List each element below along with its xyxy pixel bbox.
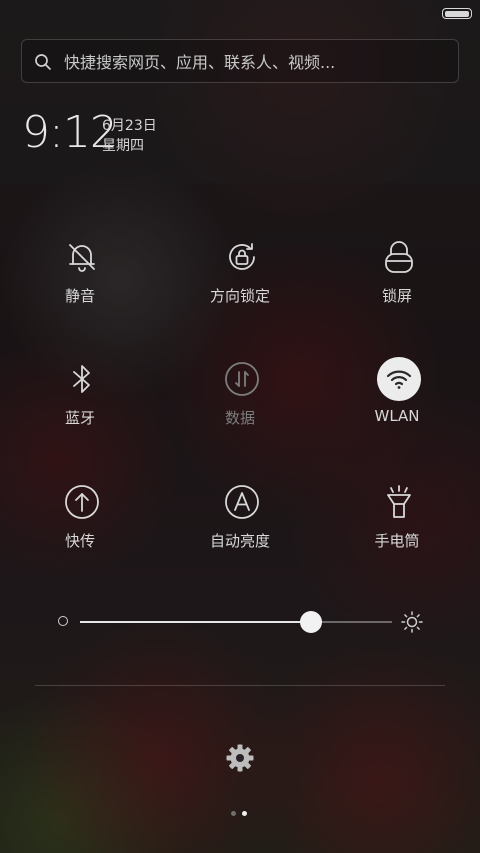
auto-brightness-icon	[220, 480, 264, 524]
toggle-mute-label: 静音	[64, 287, 95, 305]
toggle-wlan-label: WLAN	[374, 407, 420, 425]
toggle-lock-screen[interactable]: 锁屏	[322, 235, 472, 335]
search-icon	[35, 54, 51, 70]
divider	[35, 685, 445, 686]
toggle-wlan[interactable]: WLAN	[322, 357, 472, 457]
brightness-slider-thumb[interactable]	[300, 611, 322, 633]
toggle-auto-brightness[interactable]: 自动亮度	[165, 480, 315, 580]
toggle-mute[interactable]: 静音	[5, 235, 155, 335]
page-dot	[242, 811, 247, 816]
brightness-low-icon	[58, 616, 68, 626]
brightness-slider-fill	[80, 621, 311, 623]
brightness-high-icon	[401, 611, 423, 633]
brightness-slider[interactable]	[80, 611, 392, 633]
wifi-icon	[377, 357, 421, 401]
toggle-lock-screen-label: 锁屏	[381, 287, 412, 305]
bell-off-icon	[60, 235, 104, 279]
toggle-bluetooth-label: 蓝牙	[64, 409, 95, 427]
weekday-text: 星期四	[102, 138, 144, 154]
toggle-quick-transfer[interactable]: 快传	[5, 480, 155, 580]
page-indicator	[229, 811, 251, 817]
battery-icon	[442, 8, 472, 19]
lock-icon	[377, 235, 421, 279]
bluetooth-icon	[60, 357, 104, 401]
settings-gear-icon[interactable]	[225, 743, 255, 773]
date-text: 6月23日	[102, 118, 157, 134]
mobile-data-icon	[220, 357, 264, 401]
rotation-lock-icon	[220, 235, 264, 279]
toggle-flashlight[interactable]: 手电筒	[322, 480, 472, 580]
toggle-rotation-lock-label: 方向锁定	[209, 287, 270, 305]
toggle-rotation-lock[interactable]: 方向锁定	[165, 235, 315, 335]
toggle-mobile-data-label: 数据	[224, 409, 255, 427]
toggle-quick-transfer-label: 快传	[64, 532, 95, 550]
clock-date: 6月23日 星期四	[102, 116, 157, 156]
page-dot	[231, 811, 236, 816]
toggle-mobile-data[interactable]: 数据	[165, 357, 315, 457]
search-input[interactable]	[62, 40, 456, 84]
share-transfer-icon	[60, 480, 104, 524]
toggle-flashlight-label: 手电筒	[374, 532, 420, 550]
search-bar[interactable]	[21, 39, 459, 84]
toggle-bluetooth[interactable]: 蓝牙	[5, 357, 155, 457]
flashlight-icon	[377, 480, 421, 524]
toggle-auto-brightness-label: 自动亮度	[209, 532, 270, 550]
